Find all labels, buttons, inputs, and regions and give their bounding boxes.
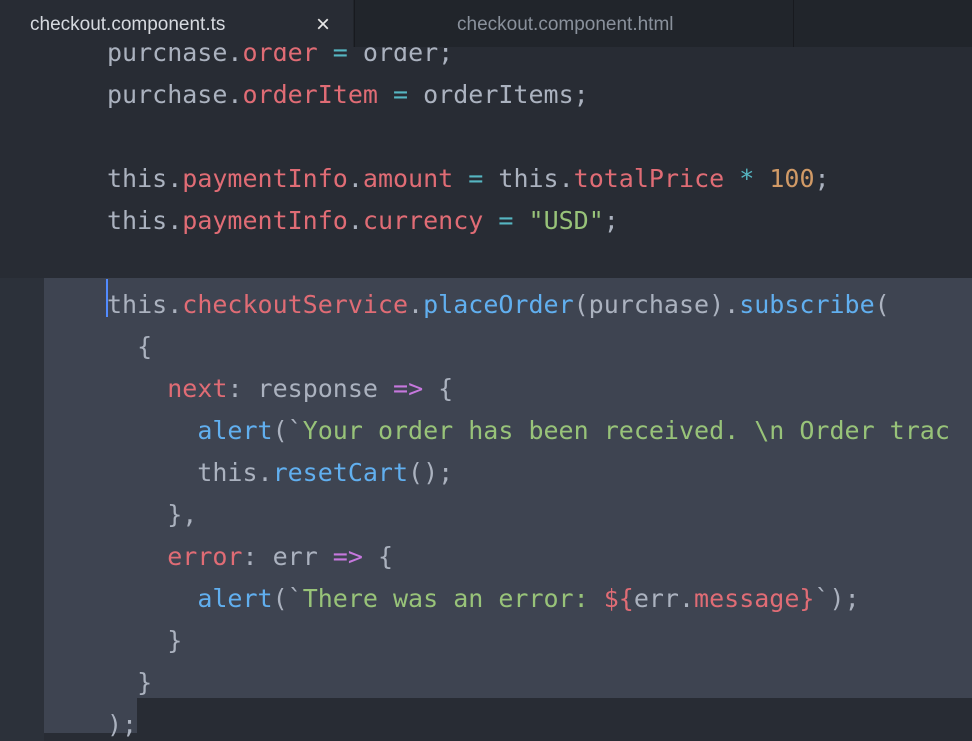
code-token: (); <box>408 458 454 487</box>
code-token: Your order has been received. \n Order t… <box>302 416 950 445</box>
tab-checkout-component-ts[interactable]: checkout.component.ts × <box>0 0 353 47</box>
code-token: this. <box>107 206 183 235</box>
tab-bar: checkout.component.ts × checkout.compone… <box>0 0 972 47</box>
code-token: error <box>167 542 243 571</box>
code-token: = <box>498 206 514 235</box>
code-token: currency <box>362 206 484 235</box>
code-token: purchase. <box>107 80 243 109</box>
code-token: => <box>393 374 424 403</box>
code-line: }, <box>107 494 197 536</box>
code-token: next <box>167 374 228 403</box>
code-line: next: response => { <box>107 368 453 410</box>
code-line: this.checkoutService.placeOrder(purchase… <box>107 284 890 326</box>
code-token: orderItem <box>242 80 378 109</box>
code-token: order <box>242 47 318 67</box>
code-token: ; <box>814 164 830 193</box>
code-token: resetCart <box>272 458 409 487</box>
code-line: } <box>107 662 152 704</box>
code-token: err. <box>633 584 695 613</box>
code-token: . <box>347 206 363 235</box>
gutter-selection-highlight <box>0 278 44 741</box>
code-token: ( <box>874 290 890 319</box>
code-editor[interactable]: purchase.order = order; purchase.orderIte… <box>0 47 972 741</box>
code-token: alert <box>197 416 273 445</box>
code-line: alert(`There was an error: ${err.message… <box>107 578 860 620</box>
code-token: * <box>739 164 755 193</box>
code-token: paymentInfo <box>182 164 348 193</box>
code-token: }, <box>107 500 198 529</box>
tab-checkout-component-html[interactable]: checkout.component.html <box>354 0 794 47</box>
code-token: alert <box>197 584 273 613</box>
code-token: totalPrice <box>573 164 725 193</box>
text-cursor <box>106 279 108 317</box>
code-token: orderItems; <box>408 80 589 109</box>
code-token: } <box>107 668 153 697</box>
code-line: error: err => { <box>107 536 393 578</box>
code-token: : response <box>227 374 394 403</box>
code-line: purchase.order = order; <box>107 47 453 74</box>
code-token: => <box>332 542 363 571</box>
code-line: } <box>107 620 182 662</box>
code-token: message <box>694 584 800 613</box>
code-token: purchase. <box>107 47 243 67</box>
code-token: "USD" <box>528 206 604 235</box>
code-token: : err <box>242 542 333 571</box>
code-line: alert(`Your order has been received. \n … <box>107 410 950 452</box>
code-token: = <box>332 47 348 67</box>
code-token: order; <box>347 47 454 67</box>
tab-label: checkout.component.html <box>457 14 674 35</box>
code-line: purchase.orderItem = orderItems; <box>107 74 589 116</box>
code-token: placeOrder <box>423 290 574 319</box>
code-token: . <box>408 290 424 319</box>
code-line: this.resetCart(); <box>107 452 453 494</box>
code-token: (` <box>272 416 303 445</box>
code-token: { <box>362 542 394 571</box>
code-token: this. <box>107 458 273 487</box>
code-line: { <box>107 326 152 368</box>
code-token: paymentInfo <box>182 206 348 235</box>
code-token: } <box>107 626 183 655</box>
close-icon[interactable]: × <box>316 0 330 50</box>
code-line: this.paymentInfo.amount = this.totalPric… <box>107 158 830 200</box>
tab-label: checkout.component.ts <box>30 14 226 35</box>
code-token: . <box>347 164 363 193</box>
code-token: There was an error: <box>302 584 604 613</box>
code-token: (` <box>272 584 303 613</box>
code-token: (purchase). <box>573 290 740 319</box>
code-token: ; <box>603 206 619 235</box>
code-line: this.paymentInfo.currency = "USD"; <box>107 200 619 242</box>
code-token: ); <box>107 710 138 739</box>
code-token: amount <box>362 164 454 193</box>
code-token: `); <box>814 584 860 613</box>
code-line: ); <box>107 704 137 741</box>
code-token: 100 <box>769 164 815 193</box>
code-token: } <box>799 584 815 613</box>
code-token: this. <box>107 164 183 193</box>
code-token: ${ <box>603 584 634 613</box>
code-token: { <box>107 332 153 361</box>
code-token: subscribe <box>739 290 875 319</box>
code-token: this. <box>483 164 574 193</box>
code-token: = <box>468 164 484 193</box>
code-token: this. <box>107 290 183 319</box>
code-token: checkoutService <box>182 290 409 319</box>
code-token: = <box>393 80 409 109</box>
code-token: { <box>423 374 454 403</box>
